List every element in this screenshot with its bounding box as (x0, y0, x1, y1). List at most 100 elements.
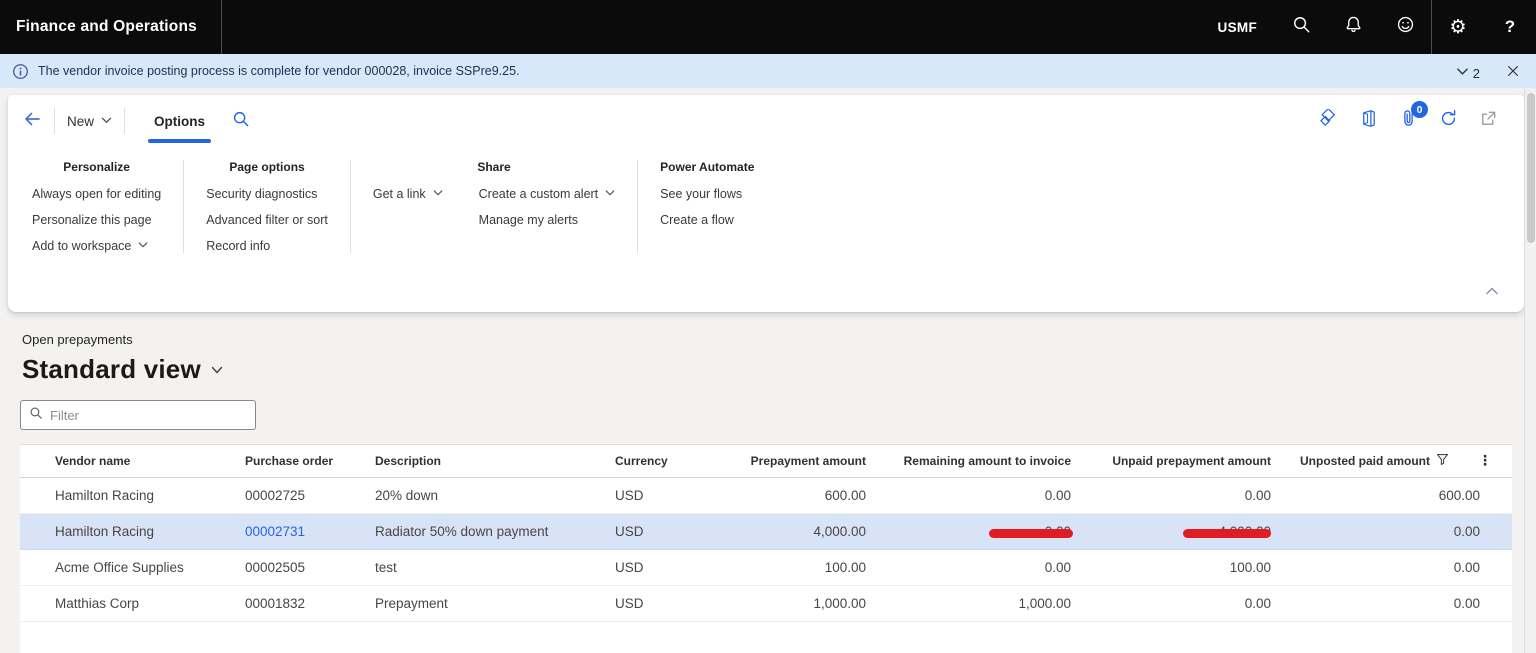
task-recorder-button[interactable] (1319, 109, 1338, 133)
cell-purchase-order: 00002725 (242, 488, 372, 503)
menu-item-security-diagnostics[interactable]: Security diagnostics (206, 187, 328, 201)
open-in-new-window-button[interactable] (1479, 109, 1498, 133)
filter-funnel-icon[interactable] (1436, 453, 1449, 469)
options-menu-panel: Personalize Always open for editing Pers… (8, 147, 1524, 253)
toolbar-divider (54, 108, 55, 134)
menu-item-create-a-custom-alert[interactable]: Create a custom alert (479, 187, 616, 201)
notification-bar: The vendor invoice posting process is co… (0, 54, 1536, 88)
back-button[interactable] (22, 109, 42, 134)
chevron-down-icon (101, 114, 112, 129)
chevron-down-icon (138, 239, 148, 253)
cell-vendor: Hamilton Racing (52, 524, 242, 539)
notifications-button[interactable] (1327, 0, 1379, 54)
grid-filter-field[interactable] (20, 400, 256, 430)
cell-prepayment: 600.00 (742, 488, 872, 503)
menu-item-record-info[interactable]: Record info (206, 239, 328, 253)
cell-vendor: Matthias Corp (52, 596, 242, 611)
tab-options[interactable]: Options (151, 114, 208, 129)
grid-header-row: Vendor name Purchase order Description C… (20, 445, 1512, 478)
menu-item-create-a-flow[interactable]: Create a flow (660, 213, 742, 227)
app-title[interactable]: Finance and Operations (0, 18, 221, 36)
red-underline-annotation (989, 529, 1073, 538)
menu-item-manage-my-alerts[interactable]: Manage my alerts (479, 213, 616, 227)
chevron-down-icon (210, 357, 224, 382)
cell-unpaid: 0.00 (1077, 596, 1277, 611)
smiley-icon (1396, 15, 1415, 39)
notification-count: 2 (1473, 66, 1480, 81)
grid-row-1[interactable]: Hamilton Racing 00002725 20% down USD 60… (20, 478, 1512, 514)
menu-group-title: Share (373, 160, 615, 174)
page-title[interactable]: Standard view (22, 354, 201, 385)
close-notification-button[interactable] (1506, 64, 1520, 78)
bell-icon (1344, 15, 1363, 39)
menu-group-personalize: Personalize Always open for editing Pers… (24, 160, 184, 253)
menu-group-page-options: Page options Security diagnostics Advanc… (184, 160, 351, 253)
command-bar: New Options 0 (8, 95, 1524, 147)
attachments-count-badge: 0 (1411, 101, 1428, 118)
col-header-vendor-name[interactable]: Vendor name (52, 454, 242, 468)
collapse-action-pane-button[interactable] (1484, 283, 1500, 304)
open-in-new-window-icon (1479, 109, 1498, 133)
filter-input[interactable] (50, 408, 247, 423)
cell-unposted: 0.00 (1277, 560, 1512, 575)
menu-item-get-a-link[interactable]: Get a link (373, 187, 443, 201)
chevron-down-icon (433, 187, 443, 201)
toolbar-divider (124, 108, 125, 134)
refresh-button[interactable] (1439, 109, 1458, 133)
col-header-prepayment-amount[interactable]: Prepayment amount (742, 454, 872, 468)
menu-item-add-to-workspace[interactable]: Add to workspace (32, 239, 161, 253)
menu-group-title: Page options (206, 160, 328, 174)
attachments-button[interactable]: 0 (1399, 109, 1418, 133)
close-icon (1506, 64, 1520, 78)
open-in-office-button[interactable] (1359, 109, 1378, 133)
menu-item-advanced-filter-or-sort[interactable]: Advanced filter or sort (206, 213, 328, 227)
scrollbar-thumb[interactable] (1527, 93, 1535, 243)
notification-message: The vendor invoice posting process is co… (38, 64, 520, 78)
search-icon (1292, 15, 1311, 39)
cell-unpaid-annotated: 4,000.00 (1077, 524, 1277, 539)
expand-notifications-button[interactable] (1455, 64, 1470, 79)
help-button[interactable]: ? (1484, 0, 1536, 54)
gear-icon: ⚙ (1449, 18, 1466, 37)
grid-more-options-button[interactable]: ⋮ (1453, 453, 1512, 469)
col-header-purchase-order[interactable]: Purchase order (242, 454, 372, 468)
col-header-unpaid-prepayment-amount[interactable]: Unpaid prepayment amount (1077, 454, 1277, 468)
menu-item-see-your-flows[interactable]: See your flows (660, 187, 742, 201)
cell-unposted: 0.00 (1277, 524, 1512, 539)
command-search-button[interactable] (232, 110, 250, 133)
search-button[interactable] (1275, 0, 1327, 54)
col-header-description[interactable]: Description (372, 454, 612, 468)
grid-body-filler (20, 622, 1512, 653)
chevron-down-icon (605, 187, 615, 201)
grid-row-2-selected[interactable]: Hamilton Racing 00002731 Radiator 50% do… (20, 514, 1512, 550)
new-button-label: New (67, 114, 94, 129)
cell-description: 20% down (372, 488, 612, 503)
grid-row-4[interactable]: Matthias Corp 00001832 Prepayment USD 1,… (20, 586, 1512, 622)
task-recorder-icon (1319, 109, 1338, 133)
cell-prepayment: 1,000.00 (742, 596, 872, 611)
col-header-currency[interactable]: Currency (612, 454, 742, 468)
cell-prepayment: 100.00 (742, 560, 872, 575)
cell-unposted: 600.00 (1277, 488, 1512, 503)
company-selector[interactable]: USMF (1218, 20, 1275, 35)
col-header-remaining-amount[interactable]: Remaining amount to invoice (872, 454, 1077, 468)
feedback-button[interactable] (1379, 0, 1431, 54)
col-header-unposted-paid-amount[interactable]: Unposted paid amount (1277, 453, 1453, 469)
chevron-up-icon (1484, 283, 1500, 304)
menu-item-always-open-for-editing[interactable]: Always open for editing (32, 187, 161, 201)
cell-currency: USD (612, 560, 742, 575)
app-top-bar: Finance and Operations USMF ⚙ ? (0, 0, 1536, 54)
view-selector[interactable]: Standard view (22, 354, 1536, 385)
vertical-scrollbar[interactable] (1524, 88, 1536, 653)
grid-row-3[interactable]: Acme Office Supplies 00002505 test USD 1… (20, 550, 1512, 586)
menu-item-personalize-this-page[interactable]: Personalize this page (32, 213, 161, 227)
settings-button[interactable]: ⚙ (1432, 0, 1484, 54)
menu-group-power-automate: Power Automate See your flows Create a f… (638, 160, 776, 253)
cell-unposted: 0.00 (1277, 596, 1512, 611)
purchase-order-link[interactable]: 00002731 (245, 524, 305, 539)
new-button[interactable]: New (67, 114, 112, 129)
cell-prepayment: 4,000.00 (742, 524, 872, 539)
refresh-icon (1439, 109, 1458, 133)
menu-group-title: Power Automate (660, 160, 754, 174)
cell-currency: USD (612, 524, 742, 539)
